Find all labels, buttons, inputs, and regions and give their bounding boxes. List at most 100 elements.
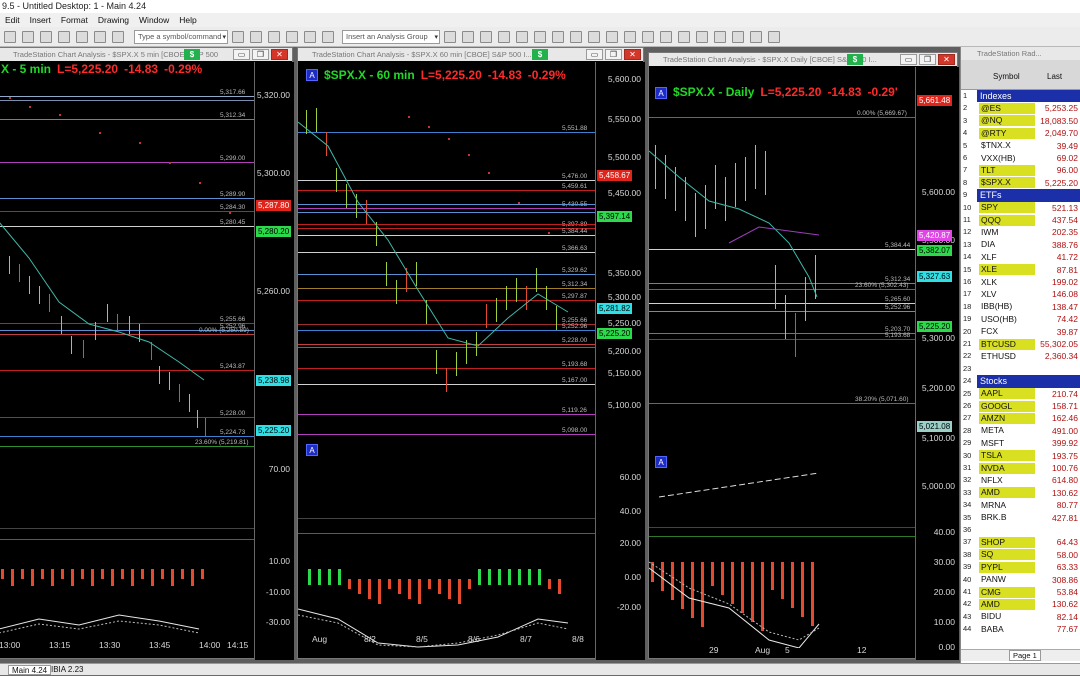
- restore-icon[interactable]: ❐: [252, 49, 269, 60]
- radar-row[interactable]: 44 BABA 77.67: [961, 623, 1080, 635]
- minimize-icon[interactable]: ▭: [900, 54, 917, 65]
- radar-row[interactable]: 31 NVDA 100.76: [961, 462, 1080, 474]
- radar-section-row[interactable]: 24 Stocks: [961, 375, 1080, 388]
- radar-row[interactable]: 5 $TNX.X 39.49: [961, 140, 1080, 152]
- radar-row[interactable]: 10 SPY 521.13: [961, 202, 1080, 214]
- radar-row[interactable]: 23: [961, 363, 1080, 375]
- minimize-icon[interactable]: ▭: [586, 49, 603, 60]
- column-header-symbol[interactable]: Symbol: [993, 72, 1020, 81]
- price-axis[interactable]: 5,600.005,500.005,300.005,200.005,100.00…: [915, 67, 959, 660]
- radar-row[interactable]: 6 VXX(HB) 69.02: [961, 152, 1080, 164]
- page-tab[interactable]: Page 1: [1009, 650, 1041, 661]
- toolbar-button[interactable]: [40, 31, 52, 43]
- price-pane-area[interactable]: 0.00% (5,669.67) 5,384.44 5,312.34 23.60% (…: [649, 67, 915, 467]
- toolbar-button[interactable]: [480, 31, 492, 43]
- column-header-last[interactable]: Last: [1047, 72, 1062, 81]
- radar-section-row[interactable]: 1 Indexes: [961, 90, 1080, 103]
- radar-row[interactable]: 12 IWM 202.35: [961, 226, 1080, 238]
- toolbar-button[interactable]: [76, 31, 88, 43]
- menu-edit[interactable]: Edit: [0, 15, 25, 25]
- radar-row[interactable]: 7 TLT 96.00: [961, 164, 1080, 177]
- radar-row[interactable]: 16 XLK 199.02: [961, 276, 1080, 288]
- radar-row[interactable]: 36: [961, 524, 1080, 536]
- toolbar-button[interactable]: [750, 31, 762, 43]
- radar-row[interactable]: 32 NFLX 614.80: [961, 474, 1080, 486]
- radar-row[interactable]: 42 AMD 130.62: [961, 598, 1080, 611]
- toolbar-button[interactable]: [22, 31, 34, 43]
- radar-row[interactable]: 15 XLE 87.81: [961, 264, 1080, 276]
- radar-row[interactable]: 28 META 491.00: [961, 425, 1080, 437]
- radar-row[interactable]: 8 $SPX.X 5,225.20: [961, 177, 1080, 189]
- chart-window-daily[interactable]: TradeStation Chart Analysis - $SPX.X Dai…: [648, 52, 959, 660]
- oscillator-pane[interactable]: [649, 527, 915, 648]
- close-icon[interactable]: ✕: [624, 49, 641, 60]
- oscillator-pane[interactable]: [298, 518, 595, 648]
- toolbar-button[interactable]: [552, 31, 564, 43]
- toolbar-button[interactable]: [112, 31, 124, 43]
- price-pane-area[interactable]: 5,551.885,476.005,459.615,430.555,397.89…: [298, 62, 595, 462]
- price-axis[interactable]: 5,600.00 5,550.00 5,500.00 5,450.00 5,350.00…: [595, 62, 645, 660]
- radar-row[interactable]: 43 BIDU 82.14: [961, 611, 1080, 623]
- radar-row[interactable]: 27 AMZN 162.46: [961, 412, 1080, 425]
- toolbar-button[interactable]: [642, 31, 654, 43]
- radar-row[interactable]: 29 MSFT 399.92: [961, 437, 1080, 449]
- radar-row[interactable]: 13 DIA 388.76: [961, 239, 1080, 251]
- price-pane-area[interactable]: 5,317.66 5,312.34 5,299.00 5,289.90 5,284.30…: [0, 62, 254, 462]
- radar-row[interactable]: 21 BTCUSD 55,302.05: [961, 338, 1080, 350]
- radar-row[interactable]: 25 AAPL 210.74: [961, 388, 1080, 400]
- analysis-group-input[interactable]: Insert an Analysis Group ▾: [342, 30, 440, 44]
- radar-row[interactable]: 37 SHOP 64.43: [961, 536, 1080, 549]
- toolbar-button[interactable]: [304, 31, 316, 43]
- menu-window[interactable]: Window: [134, 15, 174, 25]
- radar-row[interactable]: 14 XLF 41.72: [961, 251, 1080, 263]
- radar-row[interactable]: 33 AMD 130.62: [961, 487, 1080, 499]
- radar-row[interactable]: 40 PANW 308.86: [961, 574, 1080, 586]
- radar-row[interactable]: 18 IBB(HB) 138.47: [961, 301, 1080, 313]
- price-axis[interactable]: 5,320.00 5,300.00 5,260.00 70.00 10.00 -…: [254, 62, 294, 660]
- menu-drawing[interactable]: Drawing: [93, 15, 134, 25]
- radar-row[interactable]: 19 USO(HB) 74.42: [961, 313, 1080, 325]
- radar-row[interactable]: 34 MRNA 80.77: [961, 499, 1080, 511]
- toolbar-button[interactable]: [94, 31, 106, 43]
- toolbar-button[interactable]: [570, 31, 582, 43]
- toolbar-button[interactable]: [516, 31, 528, 43]
- radar-row[interactable]: 2 @ES 5,253.25: [961, 102, 1080, 115]
- radar-row[interactable]: 26 GOOGL 158.71: [961, 400, 1080, 412]
- toolbar-button[interactable]: [444, 31, 456, 43]
- dollar-icon[interactable]: $: [847, 54, 863, 65]
- symbol-command-input[interactable]: Type a symbol/command ▾: [134, 30, 228, 44]
- radar-row[interactable]: 38 SQ 58.00: [961, 549, 1080, 561]
- toolbar-button[interactable]: [696, 31, 708, 43]
- menu-help[interactable]: Help: [174, 15, 201, 25]
- dollar-icon[interactable]: $: [532, 49, 548, 60]
- workspace-tab-ibia[interactable]: IBIA 2.23: [48, 665, 86, 675]
- close-icon[interactable]: ✕: [938, 54, 955, 65]
- toolbar-button[interactable]: [660, 31, 672, 43]
- radar-row[interactable]: 22 ETHUSD 2,360.34: [961, 350, 1080, 362]
- toolbar-button[interactable]: [534, 31, 546, 43]
- toolbar-button[interactable]: [732, 31, 744, 43]
- toolbar-button[interactable]: [268, 31, 280, 43]
- oscillator-pane[interactable]: [0, 528, 254, 638]
- radar-row[interactable]: 39 PYPL 63.33: [961, 561, 1080, 573]
- radar-row[interactable]: 17 XLV 146.08: [961, 288, 1080, 300]
- toolbar-button[interactable]: [588, 31, 600, 43]
- toolbar-button[interactable]: [4, 31, 16, 43]
- toolbar-button[interactable]: [624, 31, 636, 43]
- toolbar-button[interactable]: [462, 31, 474, 43]
- workspace-tab-main[interactable]: Main 4.24: [8, 665, 52, 675]
- chart-window-60min[interactable]: TradeStation Chart Analysis - $SPX.X 60 …: [297, 47, 645, 660]
- radar-row[interactable]: 35 BRK.B 427.81: [961, 512, 1080, 524]
- restore-icon[interactable]: ❐: [919, 54, 936, 65]
- radar-row[interactable]: 20 FCX 39.87: [961, 326, 1080, 338]
- toolbar-button[interactable]: [714, 31, 726, 43]
- toolbar-button[interactable]: [286, 31, 298, 43]
- toolbar-button[interactable]: [768, 31, 780, 43]
- menu-format[interactable]: Format: [56, 15, 93, 25]
- radar-section-row[interactable]: 9 ETFs: [961, 189, 1080, 202]
- toolbar-button[interactable]: [322, 31, 334, 43]
- close-icon[interactable]: ✕: [271, 49, 288, 60]
- chart-window-5min[interactable]: TradeStation Chart Analysis - $SPX.X 5 m…: [0, 47, 294, 660]
- toolbar-button[interactable]: [498, 31, 510, 43]
- radar-row[interactable]: 41 CMG 53.84: [961, 586, 1080, 598]
